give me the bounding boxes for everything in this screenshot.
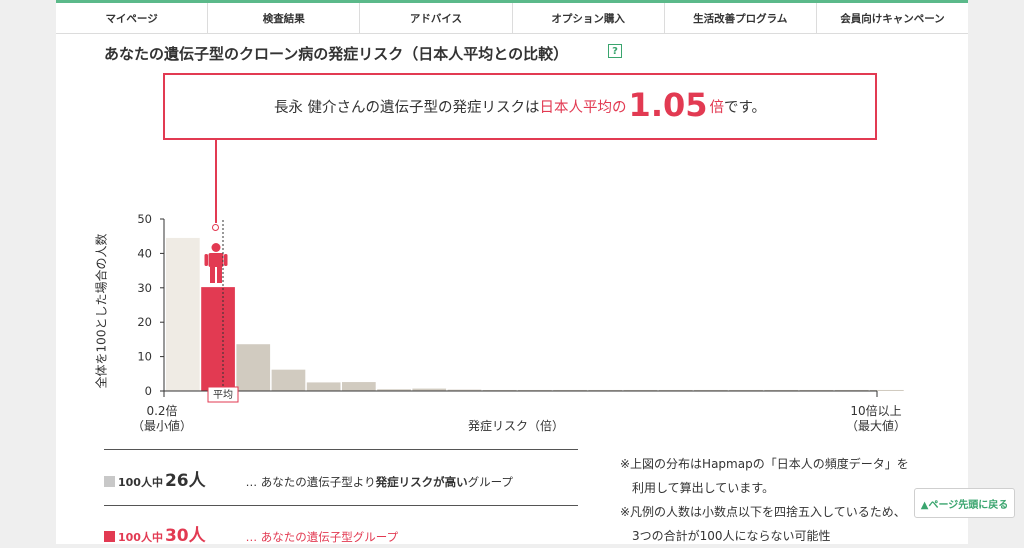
x-max-label: 10倍以上 （最大値） — [846, 404, 906, 434]
nav-item-program[interactable]: 生活改善プログラム — [665, 3, 817, 33]
nav-item-options[interactable]: オプション購入 — [513, 3, 665, 33]
bar — [166, 237, 200, 391]
x-min-value: 0.2倍 — [146, 404, 178, 418]
y-tick-label: 20 — [137, 315, 152, 329]
x-max-value: 10倍以上 — [850, 404, 902, 418]
average-marker: 平均 — [207, 386, 239, 403]
legend-desc-higher: … あなたの遺伝子型より発症リスクが高いグループ — [246, 474, 513, 490]
legend-swatch-yours — [104, 531, 115, 542]
legend-count-yours: 30人 — [164, 526, 206, 546]
legend-prefix: 100人中 — [118, 476, 163, 489]
y-tick-label: 40 — [137, 246, 152, 260]
legend-divider — [104, 449, 578, 450]
nav-item-results[interactable]: 検査結果 — [208, 3, 361, 33]
bar — [271, 369, 306, 391]
legend-divider — [104, 505, 578, 506]
x-axis-label: 発症リスク（倍） — [468, 419, 565, 433]
person-icon — [204, 243, 228, 283]
legend-prefix: 100人中 — [118, 531, 163, 544]
notes: ※上図の分布はHapmapの「日本人の頻度データ」を利用して算出しています。 ※… — [620, 452, 910, 548]
page-top-button[interactable]: ▲ページ先頭に戻る — [914, 488, 1015, 518]
bar — [306, 382, 341, 391]
legend-desc-yours: … あなたの遺伝子型グループ — [245, 530, 399, 544]
legend-desc-emphasis: 発症リスクが高い — [375, 475, 468, 489]
legend-row-higher: 100人中 26人 … あなたの遺伝子型より発症リスクが高いグループ — [104, 466, 513, 491]
nav-item-campaign[interactable]: 会員向けキャンペーン — [817, 3, 968, 33]
legend-desc-c: グループ — [467, 475, 513, 489]
note-item: ※凡例の人数は小数点以下を四捨五入しているため、3つの合計が100人にならない可… — [620, 505, 906, 543]
legend-row-yours: 100人中 30人 … あなたの遺伝子型グループ — [104, 521, 398, 546]
y-tick-label: 0 — [145, 384, 152, 398]
x-min-note: （最小値） — [132, 419, 193, 433]
global-nav: マイページ 検査結果 アドバイス オプション購入 生活改善プログラム 会員向けキ… — [56, 3, 968, 34]
legend-swatch-higher — [104, 476, 115, 487]
bar-yours — [201, 287, 235, 391]
legend-count-higher: 26人 — [164, 471, 206, 491]
content-card: あなたの遺伝子型のクローン病の発症リスク（日本人平均との比較） ? 長永 健介さ… — [56, 34, 968, 546]
legend-desc-a: … あなたの遺伝子型より — [245, 475, 376, 489]
average-label: 平均 — [213, 389, 233, 401]
nav-item-advice[interactable]: アドバイス — [360, 3, 513, 33]
x-max-note: （最大値） — [846, 419, 907, 433]
y-tick-label: 50 — [137, 212, 152, 226]
y-tick-label: 30 — [137, 281, 152, 295]
y-tick-label: 10 — [137, 350, 152, 364]
bar — [236, 344, 271, 391]
x-min-label: 0.2倍 （最小値） — [132, 404, 192, 434]
bar — [342, 382, 376, 391]
risk-distribution-chart: 0 10 20 30 40 50 平均 — [137, 212, 904, 403]
y-axis-label: 全体を100とした場合の人数 — [94, 233, 109, 389]
nav-item-mypage[interactable]: マイページ — [56, 3, 209, 33]
note-item: ※上図の分布はHapmapの「日本人の頻度データ」を利用して算出しています。 — [620, 457, 909, 495]
